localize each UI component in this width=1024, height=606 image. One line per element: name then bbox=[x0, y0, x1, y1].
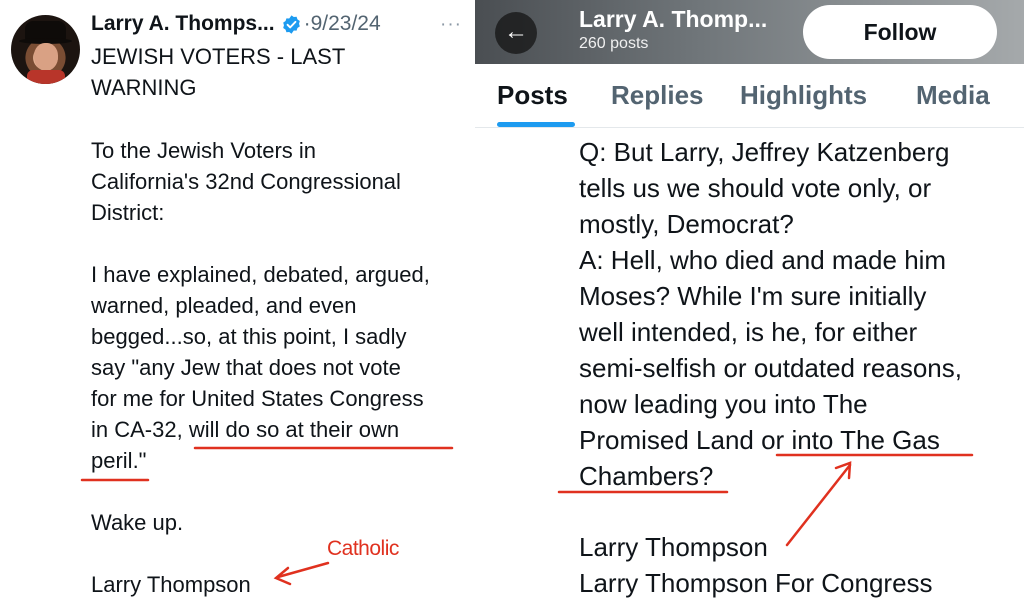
more-options-icon[interactable]: ··· bbox=[440, 14, 462, 36]
post-text-line: JEWISH VOTERS - LAST bbox=[91, 44, 346, 69]
post-text-line: semi-selfish or outdated reasons, bbox=[579, 353, 962, 383]
follow-button[interactable]: Follow bbox=[803, 5, 997, 59]
verified-badge-icon bbox=[282, 14, 300, 34]
post-signature: Larry Thompson bbox=[91, 572, 251, 597]
author-avatar[interactable] bbox=[11, 15, 80, 84]
tab-posts[interactable]: Posts bbox=[497, 80, 568, 111]
post-text-line: well intended, is he, for either bbox=[579, 317, 918, 347]
post-separator: · bbox=[303, 12, 311, 35]
profile-name: Larry A. Thomp... bbox=[579, 6, 768, 32]
post-text-line: mostly, Democrat? bbox=[579, 209, 794, 239]
avatar-face bbox=[34, 43, 58, 71]
tab-highlights[interactable]: Highlights bbox=[740, 80, 867, 111]
back-button[interactable]: ← bbox=[495, 12, 537, 54]
tab-replies[interactable]: Replies bbox=[611, 80, 704, 111]
post-text-line: begged...so, at this point, I sadly bbox=[91, 324, 407, 349]
post-text-line: now leading you into The bbox=[579, 389, 868, 419]
post-date[interactable]: 9/23/24 bbox=[311, 12, 381, 36]
post-text-line: Promised Land or into The Gas bbox=[579, 425, 940, 455]
author-name[interactable]: Larry A. Thomps... bbox=[91, 12, 275, 36]
post-text-line: A: Hell, who died and made him bbox=[579, 245, 947, 275]
post-header: Larry A. Thomps... · 9/23/24 bbox=[91, 12, 381, 36]
arrow-left-icon: ← bbox=[504, 18, 528, 45]
post-text-line: Wake up. bbox=[91, 510, 184, 535]
post-text-line: Q: But Larry, Jeffrey Katzenberg bbox=[579, 137, 950, 167]
post-text-line: in CA-32, will do so at their own bbox=[91, 417, 400, 442]
right-profile-panel: ← Larry A. Thomp... 260 posts Follow Pos… bbox=[475, 0, 1024, 606]
post-text-line: California's 32nd Congressional bbox=[91, 169, 401, 194]
post-signature: Larry Thompson bbox=[579, 532, 768, 562]
annotation-label: Catholic bbox=[327, 537, 399, 560]
post-text-line: WARNING bbox=[91, 75, 197, 100]
post-text-line: warned, pleaded, and even bbox=[91, 293, 357, 318]
post-text-line: District: bbox=[91, 200, 165, 225]
post-text-line: for me for United States Congress bbox=[91, 386, 424, 411]
post-text-line: peril." bbox=[91, 448, 147, 473]
post-text-line: say "any Jew that does not vote bbox=[91, 355, 401, 380]
post-text-line: Chambers? bbox=[579, 461, 714, 491]
post-text-line: tells us we should vote only, or bbox=[579, 173, 932, 203]
post-count: 260 posts bbox=[579, 35, 649, 52]
post-text-line: Moses? While I'm sure initially bbox=[579, 281, 927, 311]
tab-media[interactable]: Media bbox=[916, 80, 990, 111]
profile-tabs: Posts Replies Highlights Media bbox=[475, 64, 1024, 128]
avatar-scarf bbox=[27, 70, 65, 84]
post-text-line: To the Jewish Voters in bbox=[91, 138, 317, 163]
post-signature-line-2: Larry Thompson For Congress bbox=[579, 568, 933, 598]
active-tab-indicator bbox=[497, 122, 575, 127]
profile-top-bar: ← Larry A. Thomp... 260 posts Follow bbox=[475, 0, 1024, 64]
post-text-line: I have explained, debated, argued, bbox=[91, 262, 430, 287]
left-post-panel: Larry A. Thomps... · 9/23/24 ··· JEWISH … bbox=[0, 0, 475, 606]
